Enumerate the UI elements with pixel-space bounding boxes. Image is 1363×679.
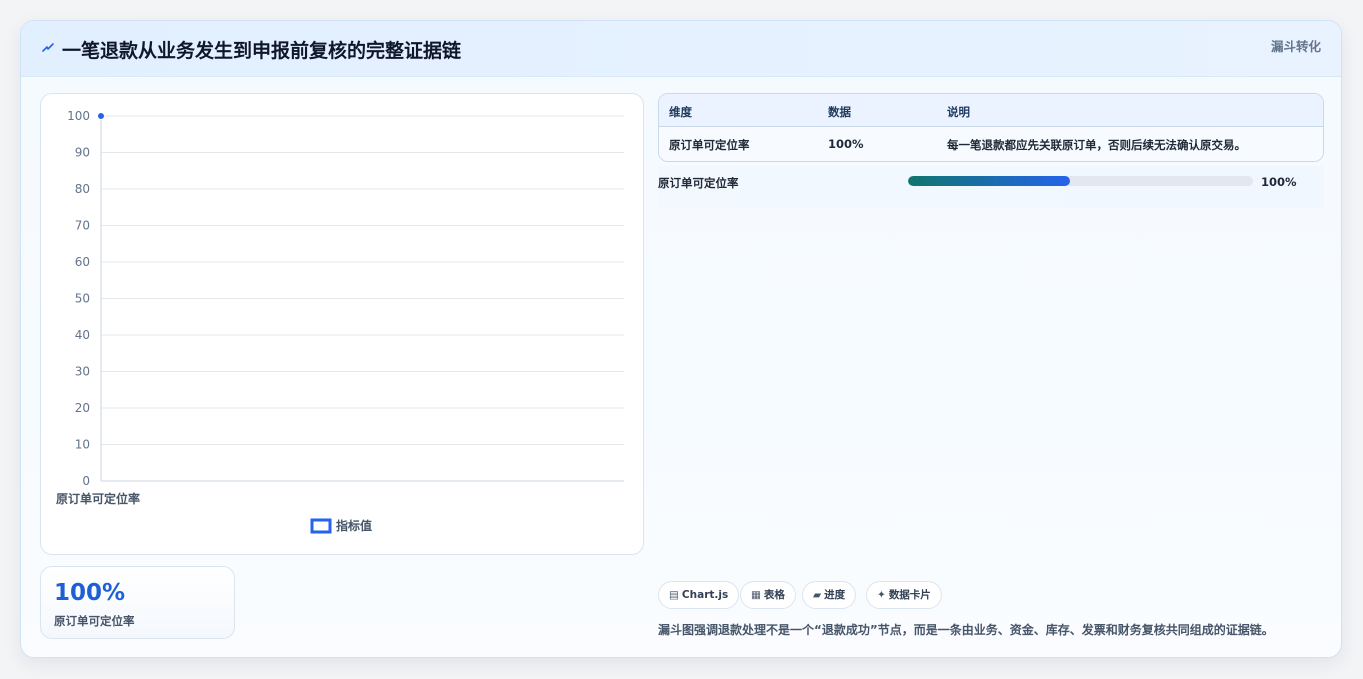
- progress-fill: [908, 176, 1071, 186]
- table-cell: 100%: [828, 137, 864, 151]
- y-tick-label: 60: [75, 255, 90, 269]
- y-tick-label: 80: [75, 182, 90, 196]
- column-header: 说明: [947, 105, 970, 119]
- y-tick-label: 30: [75, 365, 90, 379]
- progress-value: 100%: [1261, 175, 1297, 189]
- badge-chartjs[interactable]: ▤ Chart.js: [658, 581, 740, 609]
- badge-progress[interactable]: ▰ 进度: [802, 581, 857, 609]
- kpi-label: 原订单可定位率: [54, 614, 135, 628]
- kpi-card: 100% 原订单可定位率: [40, 566, 235, 639]
- chart-panel: 0 10 20 30 40 50 60 70 80 90 100 原订单可定位率指标值: [40, 93, 644, 555]
- badge-label: 表格: [763, 589, 785, 601]
- progress-track: [908, 176, 1253, 186]
- bar-chart[interactable]: 0 10 20 30 40 50 60 70 80 90 100 原订单可定位率指标值: [41, 94, 645, 556]
- report-card: 一笔退款从业务发生到申报前复核的完整证据链 漏斗转化 0 10 20 30 40 50 60…: [20, 20, 1342, 658]
- badge-label: 数据卡片: [888, 589, 931, 601]
- column-header: 维度: [669, 105, 692, 119]
- badge-datacard[interactable]: ✦ 数据卡片: [866, 581, 942, 609]
- legend-label: 指标值: [336, 518, 372, 533]
- table-row: 原订单可定位率 100% 每一笔退款都应先关联原订单，否则后续无法确认原交易。: [659, 127, 1323, 161]
- table-icon: ▦: [751, 589, 761, 601]
- y-tick-label: 100: [67, 109, 90, 123]
- legend-swatch: [310, 518, 332, 534]
- page-title: 一笔退款从业务发生到申报前复核的完整证据链: [62, 40, 462, 62]
- data-table: 维度 数据 说明 原订单可定位率 100% 每一笔退款都应先关联原订单，否则后续…: [658, 93, 1324, 162]
- bolt-icon: [42, 43, 54, 52]
- progress-label: 原订单可定位率: [658, 176, 739, 190]
- y-tick-label: 50: [75, 292, 90, 306]
- y-tick-label: 40: [75, 328, 90, 342]
- y-tick-label: 0: [82, 474, 90, 488]
- badge-table[interactable]: ▦ 表格: [740, 581, 796, 609]
- badge-label: Chart.js: [681, 589, 729, 601]
- table-cell: 每一笔退款都应先关联原订单，否则后续无法确认原交易。: [947, 138, 1246, 152]
- table-cell: 原订单可定位率: [669, 138, 750, 152]
- x-tick-label: 原订单可定位率: [56, 491, 140, 506]
- y-tick-label: 20: [75, 401, 90, 415]
- badge-label: 进度: [824, 589, 846, 601]
- table-header: 维度 数据 说明: [659, 94, 1323, 127]
- chart-type-tag: 漏斗转化: [1270, 39, 1321, 54]
- kpi-value: 100%: [54, 580, 126, 606]
- y-tick-label: 10: [75, 438, 90, 452]
- footnote: 漏斗图强调退款处理不是一个“退款成功”节点，而是一条由业务、资金、库存、发票和财…: [658, 623, 1274, 637]
- card-header: 一笔退款从业务发生到申报前复核的完整证据链 漏斗转化: [21, 21, 1341, 77]
- column-header: 数据: [828, 105, 851, 119]
- y-tick-label: 90: [75, 146, 90, 160]
- data-point: [97, 112, 105, 120]
- progress-icon: ▰: [813, 589, 822, 601]
- progress-row: 原订单可定位率 100%: [658, 166, 1324, 208]
- y-tick-label: 70: [75, 219, 90, 233]
- chart-icon: ▤: [669, 589, 679, 601]
- sparkle-icon: ✦: [877, 589, 886, 601]
